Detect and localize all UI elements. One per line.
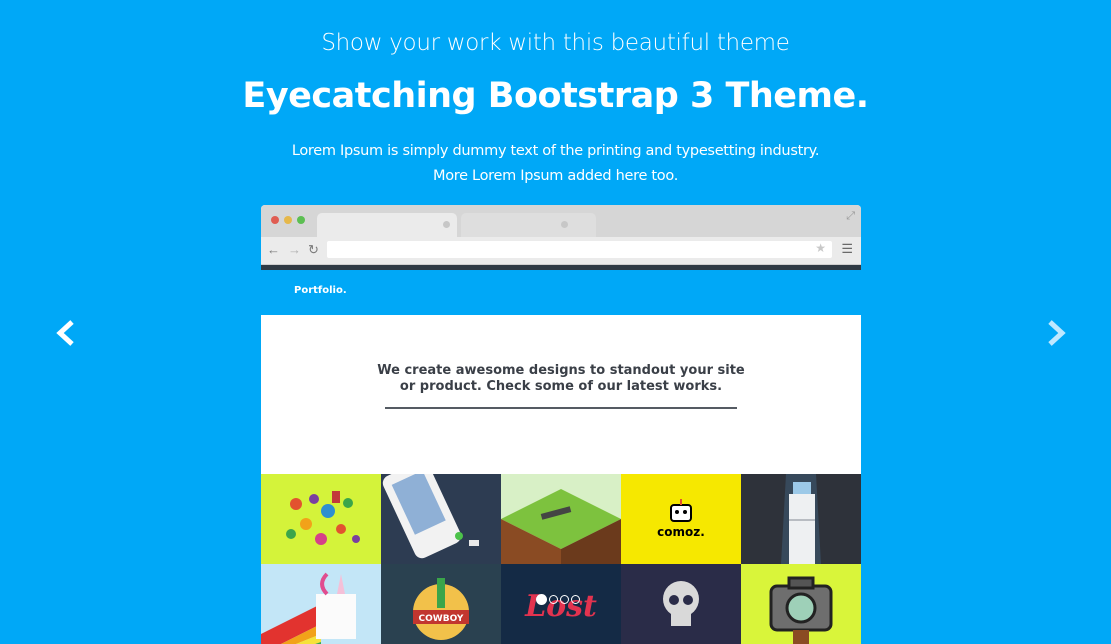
chevron-right-icon bbox=[1048, 320, 1066, 346]
browser-address-bar: ← → ↻ ★ ☰ bbox=[261, 237, 861, 265]
tab-favicon-icon bbox=[561, 221, 568, 228]
carousel-indicator[interactable] bbox=[549, 595, 558, 604]
close-dot-icon bbox=[271, 216, 279, 224]
star-icon: ★ bbox=[815, 241, 826, 255]
forward-arrow-icon: → bbox=[288, 242, 301, 257]
camera-illustration bbox=[741, 564, 861, 644]
phone-illustration bbox=[381, 474, 501, 564]
browser-titlebar: ⤢ bbox=[261, 205, 861, 237]
mockup-navbar: Portfolio. bbox=[261, 270, 861, 315]
minimize-dot-icon bbox=[284, 216, 292, 224]
carousel-indicator[interactable] bbox=[571, 595, 580, 604]
mockup-hero-text: We create awesome designs to standout yo… bbox=[261, 363, 861, 395]
skull-illustration bbox=[621, 564, 741, 644]
tab-favicon-icon bbox=[443, 221, 450, 228]
expand-icon: ⤢ bbox=[846, 210, 855, 222]
carousel-indicator[interactable] bbox=[560, 595, 569, 604]
hero-line-2: or product. Check some of our latest wor… bbox=[399, 379, 723, 394]
url-field: ★ bbox=[327, 241, 832, 258]
carousel-indicators bbox=[536, 594, 580, 605]
browser-mockup: ⤢ ← → ↻ ★ ☰ Portfolio. We create awesome… bbox=[261, 205, 861, 644]
portfolio-grid: comoz. COWBOY Lost bbox=[261, 474, 861, 644]
candy-illustration bbox=[261, 474, 381, 564]
mockup-brand: Portfolio. bbox=[294, 285, 347, 296]
fridge-illustration bbox=[741, 474, 861, 564]
cowboy-label: COWBOY bbox=[419, 614, 464, 624]
reload-icon: ↻ bbox=[308, 242, 319, 257]
back-arrow-icon: ← bbox=[267, 242, 280, 257]
hero-subtitle: Show your work with this beautiful theme bbox=[321, 30, 790, 56]
browser-tab bbox=[317, 213, 457, 237]
hero-title: Eyecatching Bootstrap 3 Theme. bbox=[242, 76, 869, 116]
description-line-2: More Lorem Ipsum added here too. bbox=[433, 168, 678, 184]
carousel-prev-button[interactable] bbox=[52, 318, 82, 348]
maximize-dot-icon bbox=[297, 216, 305, 224]
chevron-left-icon bbox=[56, 320, 74, 346]
lost-person-illustration bbox=[501, 474, 621, 564]
carousel-indicator[interactable] bbox=[536, 594, 547, 605]
cowboy-badge: COWBOY bbox=[381, 564, 501, 644]
comoz-label: comoz. bbox=[657, 525, 705, 539]
menu-icon: ☰ bbox=[841, 241, 853, 256]
browser-tab bbox=[461, 213, 596, 237]
hero-divider bbox=[385, 407, 737, 409]
mockup-hero: We create awesome designs to standout yo… bbox=[261, 315, 861, 474]
carousel-next-button[interactable] bbox=[1040, 318, 1070, 348]
comoz-logo: comoz. bbox=[621, 474, 741, 564]
description-line-1: Lorem Ipsum is simply dummy text of the … bbox=[291, 143, 820, 159]
hero-description: Lorem Ipsum is simply dummy text of the … bbox=[0, 139, 1111, 189]
hero-line-1: We create awesome designs to standout yo… bbox=[377, 363, 745, 378]
unicorn-illustration bbox=[261, 564, 381, 644]
